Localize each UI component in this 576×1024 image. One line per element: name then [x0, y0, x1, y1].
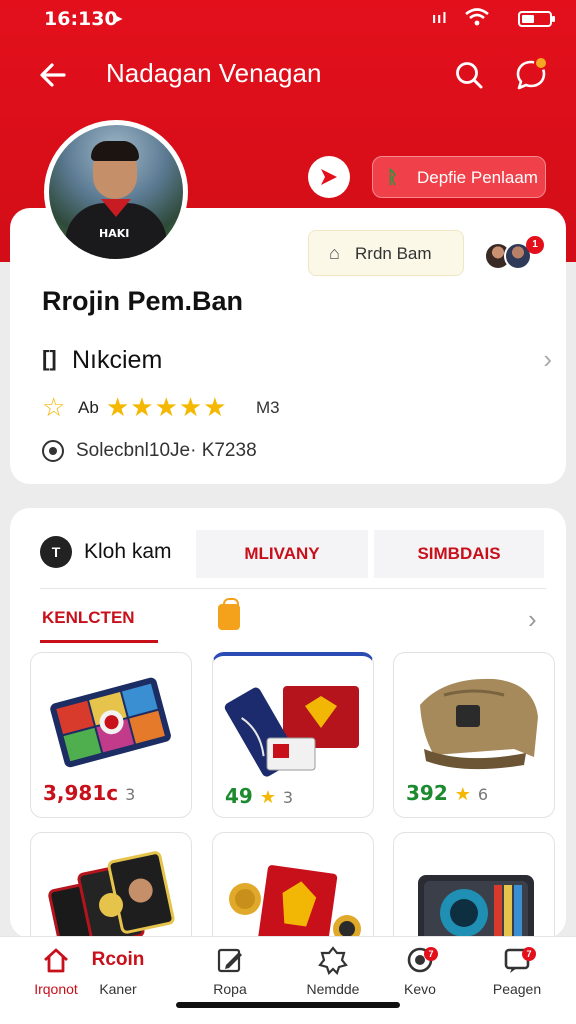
nav-home-label: Irqonot — [34, 981, 78, 997]
item-card[interactable] — [393, 832, 555, 938]
profile-action-button[interactable]: ᚱ Depfie Penlaam — [372, 156, 546, 198]
leaf-icon: ᚱ — [387, 167, 398, 187]
friends-badge: 1 — [526, 236, 544, 254]
badge-icon — [298, 945, 368, 976]
status-bar: 16:130 ➤ ııl — [0, 8, 576, 32]
nav-ropa[interactable]: Ropa — [198, 945, 262, 1005]
home-icon — [26, 945, 86, 975]
nav-peagen-badge: 7 — [522, 947, 536, 961]
tab-2[interactable]: SIMBDAIS — [374, 530, 544, 578]
id-text: Solecbnl10Je· K7238 — [76, 440, 257, 461]
tab-1[interactable]: MLIVANY — [196, 530, 368, 578]
follow-button[interactable]: ⌂ Rrdn Bam — [308, 230, 464, 276]
nav-coin[interactable]: Rcoin Kaner — [86, 945, 150, 1005]
item-card[interactable]: 3,981c 3 — [30, 652, 192, 818]
nav-coin-label: Kaner — [99, 981, 137, 997]
nickname-label: Nıkciem — [72, 346, 163, 374]
status-time: 16:130 — [44, 8, 118, 30]
item-image — [48, 851, 175, 938]
back-arrow-icon[interactable] — [36, 58, 70, 92]
home-indicator — [176, 1002, 400, 1008]
collection-card: T Kloh kam MLIVANY SIMBDAIS KENLCTEN › 3… — [10, 508, 566, 938]
note-icon: [] — [42, 346, 57, 371]
nickname-row[interactable]: [] Nıkciem › — [42, 344, 552, 378]
notification-badge — [534, 56, 548, 70]
nav-nemdde-label: Nemdde — [306, 981, 360, 997]
rating-label: Ab — [78, 398, 99, 417]
nav-kevo[interactable]: 7 Kevo — [390, 945, 450, 1005]
battery-icon — [518, 11, 555, 27]
item-image — [229, 865, 361, 938]
star-icon: ☆ — [42, 392, 66, 422]
profile-action-label: Depfie Penlaam — [417, 168, 538, 187]
divider — [40, 588, 546, 589]
active-tab-indicator — [40, 640, 158, 643]
record-icon — [390, 945, 450, 975]
signal-icon: ııl — [432, 10, 448, 27]
target-icon — [42, 440, 64, 462]
rating-stars: ★★★★★ — [106, 392, 228, 422]
search-icon[interactable] — [454, 60, 484, 90]
jersey-text: HAKI — [99, 227, 130, 240]
item-image — [418, 875, 534, 938]
nav-kevo-badge: 7 — [424, 947, 438, 961]
item-image — [224, 686, 359, 777]
nav-ropa-label: Ropa — [213, 981, 247, 997]
item-price: 49 ★ 3 — [225, 784, 294, 808]
location-arrow-icon: ➤ — [110, 11, 124, 28]
item-card[interactable]: 49 ★ 3 — [212, 652, 374, 818]
nav-nemdde[interactable]: Nemdde — [298, 945, 368, 1005]
nav-peagen-label: Peagen — [492, 981, 542, 997]
message-icon — [484, 945, 550, 975]
nav-home[interactable]: Irqonot — [26, 945, 86, 1005]
section-label: Kloh kam — [84, 540, 172, 563]
rating-count: M3 — [256, 398, 280, 417]
section-header: T Kloh kam MLIVANY SIMBDAIS — [10, 530, 566, 578]
coin-label: Rcoin — [91, 949, 145, 970]
item-card[interactable] — [30, 832, 192, 938]
item-image — [50, 677, 171, 768]
page-title: Nadagan Venagan — [106, 58, 322, 88]
house-icon: ⌂ — [329, 243, 340, 263]
bag-icon[interactable] — [218, 598, 240, 630]
sub-tab-active[interactable]: KENLCTEN — [42, 608, 135, 628]
nav-peagen[interactable]: 7 Peagen — [484, 945, 550, 1005]
item-card[interactable]: 392 ★ 6 — [393, 652, 555, 818]
follow-button-label: Rrdn Bam — [355, 244, 432, 263]
item-image — [420, 678, 538, 770]
friends-avatars[interactable]: 1 — [484, 236, 544, 276]
id-row: Solecbnl10Je· K7238 — [42, 438, 442, 468]
edit-icon — [198, 945, 262, 975]
section-icon: T — [40, 536, 72, 568]
chevron-right-icon[interactable]: › — [528, 604, 537, 635]
rating-row: ☆ Ab ★★★★★ M3 — [42, 392, 342, 424]
item-card[interactable] — [212, 832, 374, 938]
play-button[interactable] — [308, 156, 350, 198]
avatar-photo: HAKI — [49, 125, 183, 259]
play-icon — [321, 169, 337, 185]
item-price: 3,981c 3 — [43, 781, 136, 805]
profile-name: Rrojin Pem.Ban — [42, 286, 244, 316]
bottom-navigation: Irqonot Rcoin Kaner Ropa Nemdde 7 Kevo 7… — [0, 936, 576, 1024]
avatar[interactable]: HAKI — [44, 120, 188, 264]
item-price: 392 ★ 6 — [406, 781, 489, 805]
nav-kevo-label: Kevo — [404, 981, 436, 997]
wifi-icon — [464, 8, 490, 31]
chevron-right-icon: › — [543, 344, 552, 374]
